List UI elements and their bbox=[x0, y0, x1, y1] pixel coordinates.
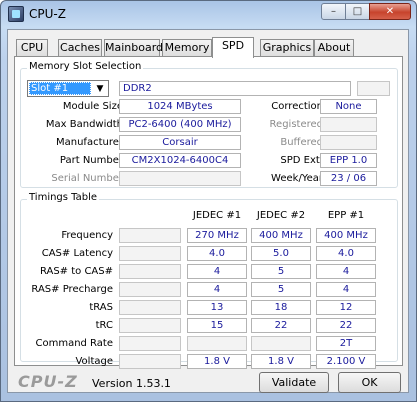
module-size-field: 1024 MBytes bbox=[119, 99, 241, 114]
timings-cell: 1.8 V bbox=[187, 354, 247, 369]
window-title: CPU-Z bbox=[29, 7, 66, 21]
minimize-button[interactable]: – bbox=[321, 3, 346, 20]
timings-cell: 2T bbox=[316, 336, 376, 351]
spd-ext-label: SPD Ext. bbox=[280, 155, 323, 166]
timings-cell: 400 MHz bbox=[251, 228, 311, 243]
timings-cell bbox=[119, 228, 181, 243]
timings-cell: 5.0 bbox=[251, 246, 311, 261]
timings-cell bbox=[119, 282, 181, 297]
timings-cell: 22 bbox=[316, 318, 376, 333]
max-bandwidth-field: PC2-6400 (400 MHz) bbox=[119, 117, 241, 132]
buffered-field bbox=[320, 135, 377, 150]
tab-mainboard[interactable]: Mainboard bbox=[104, 39, 163, 56]
correction-label: Correction bbox=[271, 101, 323, 112]
manufacturer-label: Manufacturer bbox=[56, 137, 123, 148]
timings-column-header: JEDEC #1 bbox=[192, 210, 242, 221]
timings-cell bbox=[251, 336, 311, 351]
tab-graphics[interactable]: Graphics bbox=[260, 39, 314, 56]
manufacturer-field: Corsair bbox=[119, 135, 241, 150]
timings-row-label: RAS# to CAS# bbox=[39, 266, 113, 277]
timings-row-label: RAS# Precharge bbox=[31, 284, 113, 295]
part-number-label: Part Number bbox=[59, 155, 123, 166]
slot-select[interactable]: Slot #1 ▼ bbox=[27, 80, 109, 97]
timings-cell: 12 bbox=[316, 300, 376, 315]
cpuz-app-icon bbox=[8, 6, 24, 22]
timings-column-header: JEDEC #2 bbox=[256, 210, 306, 221]
tab-spd[interactable]: SPD bbox=[212, 37, 254, 58]
timings-cell bbox=[119, 318, 181, 333]
slot-select-value: Slot #1 bbox=[29, 82, 91, 95]
serial-number-field bbox=[119, 171, 241, 186]
serial-number-label: Serial Number bbox=[51, 173, 123, 184]
module-type-extra-field bbox=[357, 81, 390, 96]
timings-cell: 4.0 bbox=[187, 246, 247, 261]
timings-cell bbox=[119, 354, 181, 369]
timings-cell: 270 MHz bbox=[187, 228, 247, 243]
timings-cell: 4 bbox=[187, 264, 247, 279]
timings-cell: 1.8 V bbox=[251, 354, 311, 369]
timings-cell: 15 bbox=[187, 318, 247, 333]
timings-cell bbox=[119, 246, 181, 261]
max-bandwidth-label: Max Bandwidth bbox=[45, 119, 123, 130]
module-size-label: Module Size bbox=[62, 101, 123, 112]
timings-row-label: CAS# Latency bbox=[41, 248, 113, 259]
timings-cell: 400 MHz bbox=[316, 228, 376, 243]
timings-row-label: Voltage bbox=[75, 356, 113, 367]
timings-cell bbox=[119, 264, 181, 279]
timings-cell: 4 bbox=[187, 282, 247, 297]
client-area: CPU Caches Mainboard Memory SPD Graphics… bbox=[7, 29, 409, 393]
timings-row-label: tRAS bbox=[89, 302, 113, 313]
cpuz-logo: CPU-Z bbox=[18, 372, 78, 391]
timings-cell: 22 bbox=[251, 318, 311, 333]
timings-cell: 5 bbox=[251, 264, 311, 279]
close-button[interactable]: ✕ bbox=[369, 3, 411, 20]
timings-cell: 13 bbox=[187, 300, 247, 315]
timings-cell: 4 bbox=[316, 264, 376, 279]
timings-column-header: EPP #1 bbox=[327, 210, 365, 221]
week-year-field: 23 / 06 bbox=[320, 171, 377, 186]
validate-button[interactable]: Validate bbox=[259, 372, 329, 393]
maximize-button[interactable]: □ bbox=[345, 3, 370, 20]
ok-button[interactable]: OK bbox=[338, 372, 401, 393]
tab-about[interactable]: About bbox=[314, 39, 354, 56]
timings-cell: 2.100 V bbox=[316, 354, 376, 369]
tab-caches[interactable]: Caches bbox=[58, 39, 102, 56]
tab-memory[interactable]: Memory bbox=[162, 39, 212, 56]
chevron-down-icon[interactable]: ▼ bbox=[93, 82, 107, 95]
part-number-field: CM2X1024-6400C4 bbox=[119, 153, 241, 168]
title-bar[interactable]: CPU-Z – □ ✕ bbox=[1, 1, 416, 29]
timings-row-label: Frequency bbox=[61, 230, 113, 241]
timings-row-label: tRC bbox=[95, 320, 113, 331]
cpuz-window: CPU-Z – □ ✕ CPU Caches Mainboard Memory … bbox=[0, 0, 417, 402]
module-type-field: DDR2 bbox=[119, 81, 351, 96]
version-label: Version 1.53.1 bbox=[92, 377, 171, 390]
timings-cell: 4 bbox=[316, 282, 376, 297]
timings-cell bbox=[119, 300, 181, 315]
timings-cell bbox=[119, 336, 181, 351]
registered-label: Registered bbox=[269, 119, 323, 130]
spd-panel: Memory Slot Selection Slot #1 ▼ DDR2 Mod… bbox=[14, 56, 403, 369]
footer-bar: CPU-Z Version 1.53.1 Validate OK bbox=[14, 370, 403, 394]
week-year-label: Week/Year bbox=[271, 173, 323, 184]
spd-ext-field: EPP 1.0 bbox=[320, 153, 377, 168]
correction-field: None bbox=[320, 99, 377, 114]
timings-cell: 4.0 bbox=[316, 246, 376, 261]
memory-slot-selection-title: Memory Slot Selection bbox=[27, 61, 144, 72]
tab-cpu[interactable]: CPU bbox=[16, 39, 48, 56]
timings-cell: 18 bbox=[251, 300, 311, 315]
timings-table-title: Timings Table bbox=[27, 192, 100, 203]
timings-cell bbox=[187, 336, 247, 351]
timings-row-label: Command Rate bbox=[35, 338, 113, 349]
buffered-label: Buffered bbox=[280, 137, 323, 148]
timings-cell: 5 bbox=[251, 282, 311, 297]
registered-field bbox=[320, 117, 377, 132]
